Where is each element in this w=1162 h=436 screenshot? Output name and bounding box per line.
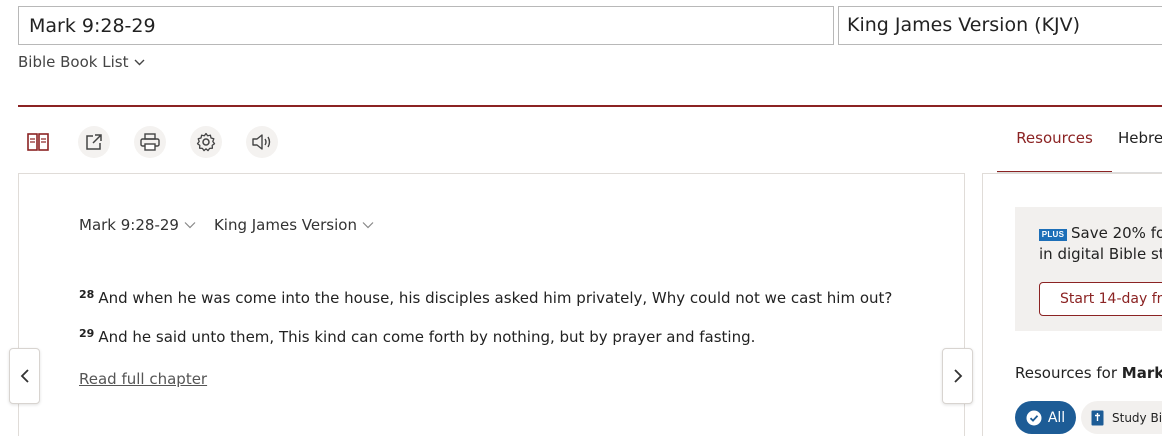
previous-passage-button[interactable]: [9, 348, 40, 404]
resources-for-reference: Mark 9: [1121, 364, 1162, 382]
verse-number: 29: [79, 327, 95, 340]
chevron-left-icon: [20, 369, 29, 383]
passage-toolbar: [22, 126, 278, 158]
bible-book-list-label: Bible Book List: [18, 53, 129, 71]
open-new-window-button[interactable]: [78, 126, 110, 158]
plus-promo-text: Save 20% for life in digital Bible study: [1039, 224, 1162, 263]
plus-promo: PLUS Save 20% for life in digital Bible …: [1015, 207, 1162, 331]
tab-hebrew[interactable]: Hebrew: [1118, 116, 1162, 160]
passage-search-input[interactable]: [18, 6, 834, 45]
filter-study-bibles-label: Study Bibles: [1112, 410, 1162, 425]
resources-for-heading: Resources for Mark 9: [1015, 364, 1162, 382]
version-dropdown[interactable]: King James Version: [214, 216, 374, 234]
filter-study-bibles-button[interactable]: Study Bibles: [1081, 401, 1162, 434]
next-passage-button[interactable]: [942, 348, 973, 404]
print-icon: [140, 133, 160, 151]
parallel-view-button[interactable]: [22, 126, 54, 158]
verse-number: 28: [79, 288, 95, 301]
filter-all-label: All: [1047, 409, 1066, 426]
check-circle-icon: [1026, 410, 1042, 425]
audio-button[interactable]: [246, 126, 278, 158]
start-trial-button[interactable]: Start 14-day free trial: [1039, 282, 1162, 316]
book-icon: [1091, 410, 1104, 425]
verse-text: 28 And when he was come into the house, h…: [79, 288, 892, 307]
read-full-chapter-link[interactable]: Read full chapter: [79, 370, 207, 388]
version-select[interactable]: King James Version (KJV): [838, 6, 1162, 45]
verse-content: And when he was come into the house, his…: [98, 289, 893, 307]
resources-for-label: Resources for: [1015, 364, 1117, 382]
resources-panel: PLUS Save 20% for life in digital Bible …: [982, 173, 1162, 436]
verse-text: 29 And he said unto them, This kind can c…: [79, 327, 755, 346]
reference-label: Mark 9:28-29: [79, 216, 179, 234]
parallel-icon: [27, 133, 49, 151]
gear-icon: [196, 132, 216, 152]
bible-book-list-toggle[interactable]: Bible Book List: [18, 53, 145, 71]
passage-breadcrumb: Mark 9:28-29 King James Version: [79, 216, 374, 234]
settings-button[interactable]: [190, 126, 222, 158]
filter-all-button[interactable]: All: [1015, 401, 1076, 434]
chevron-right-icon: [953, 369, 962, 383]
version-label: King James Version: [213, 216, 357, 234]
header-divider: [18, 105, 1162, 107]
chevron-down-icon: [184, 222, 196, 229]
chevron-down-icon: [134, 59, 145, 65]
reference-dropdown[interactable]: Mark 9:28-29: [79, 216, 196, 234]
chevron-down-icon: [362, 222, 374, 229]
verse-content: And he said unto them, This kind can com…: [98, 328, 756, 346]
open-external-icon: [86, 134, 102, 150]
audio-icon: [252, 134, 271, 150]
passage-panel: Mark 9:28-29 King James Version 28 And wh…: [18, 173, 965, 436]
print-button[interactable]: [134, 126, 166, 158]
tab-resources[interactable]: Resources: [997, 116, 1112, 173]
